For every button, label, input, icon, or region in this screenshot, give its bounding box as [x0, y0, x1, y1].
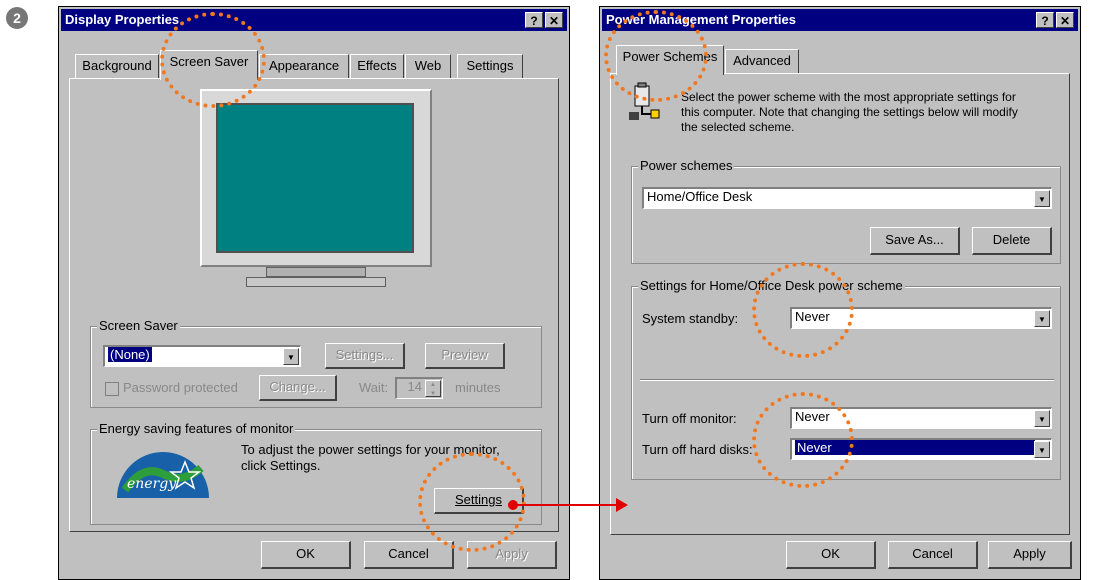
power-management-title: Power Management Properties — [606, 12, 796, 27]
chevron-down-icon[interactable]: ▼ — [1034, 190, 1050, 207]
turn-off-hard-disks-select[interactable]: Never ▼ — [790, 438, 1052, 460]
power-management-titlebar: Power Management Properties ? ✕ — [602, 9, 1078, 31]
turn-off-monitor-select[interactable]: Never ▼ — [790, 407, 1052, 429]
close-button[interactable]: ✕ — [545, 12, 563, 28]
pm-cancel-button[interactable]: Cancel — [888, 541, 978, 569]
turn-off-hard-disks-label: Turn off hard disks: — [642, 442, 753, 457]
power-schemes-group: Power schemes Home/Office Desk ▼ Save As… — [631, 158, 1061, 264]
system-standby-select[interactable]: Never ▼ — [790, 307, 1052, 329]
tab-background[interactable]: Background — [75, 54, 159, 78]
monitor-preview — [200, 89, 432, 289]
minutes-label: minutes — [455, 380, 501, 395]
chevron-down-icon[interactable]: ▼ — [1034, 310, 1050, 327]
pm-description-line1: Select the power scheme with the most ap… — [681, 90, 1016, 104]
screen-saver-panel: Screen Saver (None) ▼ Settings... Previe… — [69, 78, 559, 532]
power-schemes-label: Power schemes — [638, 158, 735, 173]
settings-divider — [640, 379, 1054, 381]
pm-description-line2: this computer. Note that changing the se… — [681, 105, 1018, 119]
change-button[interactable]: Change... — [259, 375, 337, 401]
energy-settings-label: Settings — [455, 492, 502, 507]
power-scheme-select[interactable]: Home/Office Desk ▼ — [642, 187, 1052, 209]
pm-description-line3: the selected scheme. — [681, 120, 795, 134]
pm-close-button[interactable]: ✕ — [1056, 12, 1074, 28]
scheme-settings-label: Settings for Home/Office Desk power sche… — [638, 278, 905, 293]
display-properties-title: Display Properties — [65, 12, 180, 27]
ok-button[interactable]: OK — [261, 541, 351, 569]
wait-spinner[interactable]: 14 ▲ ▼ — [395, 377, 443, 399]
cancel-button[interactable]: Cancel — [364, 541, 454, 569]
step-badge: 2 — [6, 7, 28, 29]
spinner-arrows-icon[interactable]: ▲ ▼ — [425, 380, 441, 397]
energy-description-line1: To adjust the power settings for your mo… — [241, 442, 500, 457]
display-properties-window: Display Properties ? ✕ Background Screen… — [58, 6, 570, 580]
system-standby-value: Never — [795, 309, 830, 324]
save-as-button[interactable]: Save As... — [870, 227, 960, 255]
screen-saver-group: Screen Saver (None) ▼ Settings... Previe… — [90, 318, 542, 408]
apply-button[interactable]: Apply — [467, 541, 557, 569]
arrow-head-icon — [616, 498, 628, 512]
energy-description-line2: click Settings. — [241, 458, 321, 473]
monitor-stand — [246, 277, 386, 287]
monitor-neck — [266, 267, 366, 277]
pm-apply-button[interactable]: Apply — [988, 541, 1072, 569]
power-scheme-value: Home/Office Desk — [647, 189, 753, 204]
tab-power-schemes[interactable]: Power Schemes — [616, 45, 724, 75]
tab-appearance[interactable]: Appearance — [259, 54, 349, 78]
screen-saver-select[interactable]: (None) ▼ — [103, 345, 301, 367]
chevron-down-icon[interactable]: ▼ — [1034, 441, 1050, 458]
turn-off-monitor-label: Turn off monitor: — [642, 411, 737, 426]
tab-settings[interactable]: Settings — [457, 54, 523, 78]
energy-group: Energy saving features of monitor energy… — [90, 421, 542, 525]
tab-screen-saver[interactable]: Screen Saver — [160, 50, 258, 80]
screen-saver-value: (None) — [108, 347, 152, 362]
tab-advanced[interactable]: Advanced — [725, 49, 799, 73]
energy-logo-text: energy — [127, 476, 177, 492]
power-management-window: Power Management Properties ? ✕ Power Sc… — [599, 6, 1081, 580]
turn-off-monitor-value: Never — [795, 409, 830, 424]
system-standby-label: System standby: — [642, 311, 739, 326]
pm-ok-button[interactable]: OK — [786, 541, 876, 569]
wait-label: Wait: — [359, 380, 389, 395]
password-label: Password protected — [123, 380, 238, 395]
password-checkbox[interactable] — [105, 382, 119, 396]
scheme-settings-group: Settings for Home/Office Desk power sche… — [631, 278, 1061, 480]
delete-button[interactable]: Delete — [972, 227, 1052, 255]
tab-web[interactable]: Web — [405, 54, 451, 78]
screen-saver-group-label: Screen Saver — [97, 318, 180, 333]
monitor-screen — [216, 103, 414, 253]
arrow-line — [514, 504, 618, 506]
help-button[interactable]: ? — [525, 12, 543, 28]
preview-button[interactable]: Preview — [425, 343, 505, 369]
wait-value: 14 — [407, 379, 422, 394]
screen-saver-settings-button[interactable]: Settings... — [325, 343, 405, 369]
power-plug-icon — [627, 82, 661, 122]
power-schemes-panel: Select the power scheme with the most ap… — [610, 73, 1070, 535]
tab-effects[interactable]: Effects — [350, 54, 404, 78]
turn-off-hard-disks-value: Never — [795, 440, 1035, 455]
energy-star-logo: energy — [113, 444, 213, 500]
chevron-down-icon[interactable]: ▼ — [1034, 410, 1050, 427]
chevron-down-icon[interactable]: ▼ — [283, 348, 299, 365]
display-properties-titlebar: Display Properties ? ✕ — [61, 9, 567, 31]
pm-help-button[interactable]: ? — [1036, 12, 1054, 28]
energy-group-label: Energy saving features of monitor — [97, 421, 296, 436]
